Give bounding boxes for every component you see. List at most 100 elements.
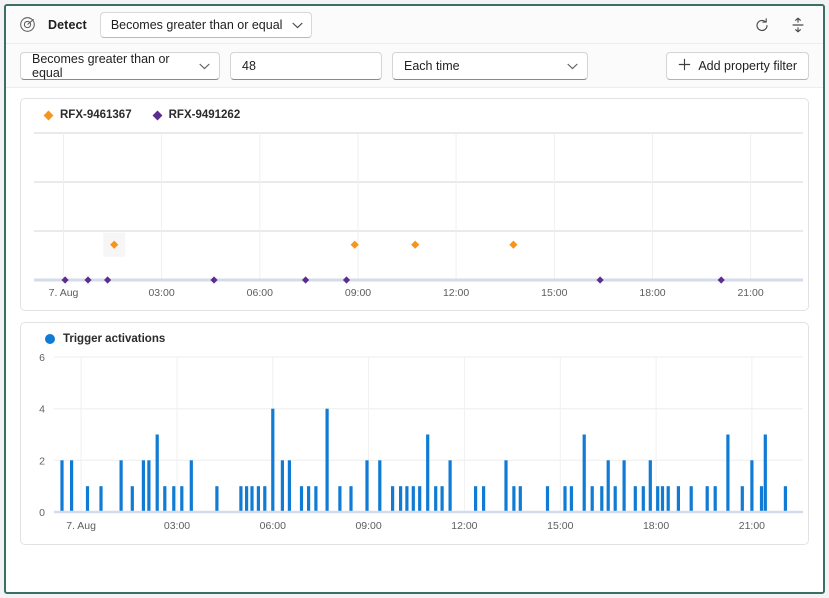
bar[interactable] (518, 486, 522, 512)
frequency-select[interactable]: Each time (392, 51, 588, 80)
bar[interactable] (613, 486, 617, 512)
bar[interactable] (85, 486, 90, 512)
bar[interactable] (325, 408, 329, 512)
bar-x-tick-label: 09:00 (355, 520, 381, 532)
bar[interactable] (189, 460, 193, 512)
bar[interactable] (750, 460, 754, 512)
bar[interactable] (448, 460, 452, 512)
bar[interactable] (307, 486, 311, 512)
bar[interactable] (622, 460, 626, 512)
bar[interactable] (172, 486, 176, 512)
bar[interactable] (155, 434, 159, 513)
bar[interactable] (482, 486, 486, 512)
bar[interactable] (163, 486, 167, 512)
bar[interactable] (474, 486, 478, 512)
legend-item-series-1[interactable]: RFX-9491262 (152, 109, 240, 121)
scatter-point-series-1[interactable] (61, 276, 69, 284)
bar[interactable] (70, 460, 74, 512)
operator-select[interactable]: Becomes greater than or equal (20, 51, 220, 80)
diamond-marker-icon (43, 110, 54, 120)
bar[interactable] (763, 434, 767, 513)
bar[interactable] (271, 408, 275, 512)
bar[interactable] (299, 486, 304, 512)
bar[interactable] (411, 486, 415, 512)
bar[interactable] (349, 486, 353, 512)
scatter-plot[interactable]: 7. Aug 03:00 06:00 09:00 12:00 15:00 18:00 21:0… (21, 125, 808, 310)
bar[interactable] (666, 486, 670, 512)
split-axis-icon[interactable] (787, 14, 809, 36)
bar[interactable] (378, 460, 382, 512)
bar[interactable] (660, 486, 665, 512)
bar[interactable] (263, 486, 267, 512)
scatter-point-series-1[interactable] (342, 276, 351, 284)
bar[interactable] (600, 486, 604, 512)
bar-plot[interactable]: 0 2 4 6 7. Aug 03:00 06:00 09:00 12:00 15:00 18:00… (21, 349, 808, 544)
bar[interactable] (418, 486, 422, 512)
legend-item-trigger-activations[interactable]: Trigger activations (45, 333, 165, 345)
bar[interactable] (641, 486, 645, 512)
scatter-point-series-1[interactable] (717, 276, 725, 284)
legend-label-trigger-activations: Trigger activations (63, 333, 166, 345)
bar[interactable] (314, 486, 318, 512)
bar[interactable] (426, 434, 430, 513)
scatter-point-series-0[interactable] (509, 240, 518, 249)
scatter-point-series-1[interactable] (104, 276, 112, 284)
reset-history-icon[interactable] (751, 14, 773, 36)
bar[interactable] (239, 486, 243, 512)
bar[interactable] (280, 460, 284, 512)
bar[interactable] (119, 460, 123, 512)
bar[interactable] (504, 460, 508, 512)
bar[interactable] (726, 434, 730, 513)
bar[interactable] (563, 486, 567, 512)
bar[interactable] (676, 486, 680, 512)
scatter-point-series-1[interactable] (210, 276, 218, 284)
bar[interactable] (759, 486, 764, 512)
bar-x-tick-label: 21:00 (739, 520, 765, 532)
add-property-filter-button[interactable]: Add property filter (666, 51, 809, 80)
legend-item-series-0[interactable]: RFX-9461367 (43, 109, 132, 121)
bar[interactable] (256, 486, 260, 512)
threshold-input[interactable]: 48 (230, 51, 382, 80)
scatter-point-series-0[interactable] (411, 240, 420, 249)
bar[interactable] (633, 486, 637, 512)
bar[interactable] (60, 460, 64, 512)
bar[interactable] (391, 486, 395, 512)
bar[interactable] (512, 486, 516, 512)
detect-condition-combobox[interactable]: Becomes greater than or equal (99, 11, 313, 38)
metric-scatter-card: RFX-9461367 RFX-9491262 7. Aug 03:00 06:00… (20, 98, 809, 311)
bar[interactable] (689, 486, 693, 512)
bar[interactable] (582, 434, 586, 513)
scatter-point-series-1[interactable] (302, 276, 310, 284)
bar[interactable] (434, 486, 438, 512)
bar[interactable] (147, 460, 151, 512)
bar[interactable] (569, 486, 573, 512)
bar[interactable] (648, 460, 652, 512)
bar[interactable] (287, 460, 291, 512)
bar[interactable] (250, 486, 254, 512)
bar[interactable] (338, 486, 342, 512)
bar[interactable] (545, 486, 550, 512)
bar[interactable] (365, 460, 369, 512)
scatter-point-series-1[interactable] (84, 276, 92, 284)
bar[interactable] (399, 486, 403, 512)
bar[interactable] (180, 486, 184, 512)
bar-x-tick-label: 7. Aug (66, 520, 96, 532)
bar[interactable] (141, 460, 145, 512)
bar[interactable] (705, 486, 709, 512)
bar[interactable] (440, 486, 444, 512)
bar[interactable] (713, 486, 717, 512)
scatter-x-tick-label: 12:00 (443, 287, 469, 299)
bar[interactable] (656, 486, 660, 512)
bar[interactable] (590, 486, 594, 512)
bar[interactable] (215, 486, 219, 512)
bar[interactable] (99, 486, 103, 512)
bar-y-tick-label: 0 (39, 507, 45, 519)
bar[interactable] (783, 486, 787, 512)
detect-condition-value: Becomes greater than or equal (110, 17, 283, 32)
scatter-point-series-1[interactable] (596, 276, 604, 284)
bar[interactable] (606, 460, 610, 512)
bar[interactable] (130, 486, 134, 512)
bar[interactable] (740, 486, 744, 512)
bar[interactable] (405, 486, 409, 512)
bar[interactable] (245, 486, 249, 512)
